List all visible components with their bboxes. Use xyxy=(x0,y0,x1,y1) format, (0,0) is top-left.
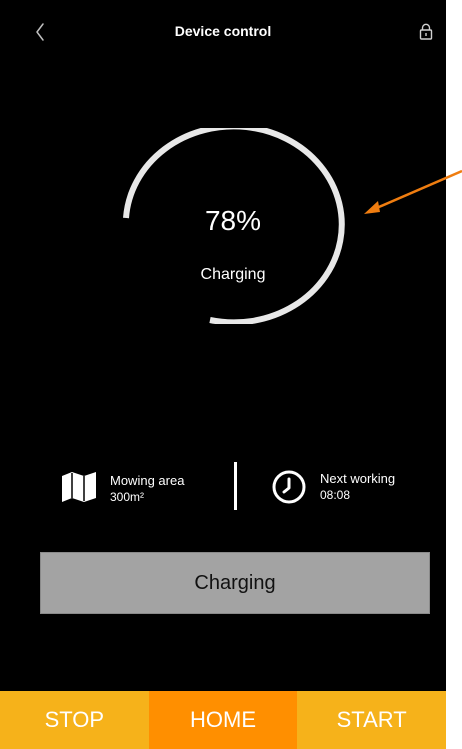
stop-button[interactable]: STOP xyxy=(0,691,149,749)
mowing-area-label: Mowing area xyxy=(110,473,185,488)
map-icon xyxy=(62,472,96,502)
home-button[interactable]: HOME xyxy=(148,691,298,749)
next-working-label: Next working xyxy=(320,471,396,486)
clock-icon xyxy=(272,470,306,504)
charging-button[interactable]: Charging xyxy=(40,552,430,614)
battery-percent: 78% xyxy=(204,205,262,236)
device-control-screen: Device control 78% Charging Mowing area … xyxy=(0,0,446,749)
bottom-action-bar: STOP HOME START xyxy=(0,691,446,749)
lock-button[interactable] xyxy=(416,22,436,42)
lock-icon xyxy=(419,23,433,40)
page-title: Device control xyxy=(174,23,272,39)
start-button[interactable]: START xyxy=(297,691,446,749)
annotation-arrow-icon xyxy=(364,169,462,214)
mowing-area-info: Mowing area 300m² xyxy=(60,470,220,510)
next-working-info: Next working 08:08 xyxy=(270,468,440,508)
header: Device control xyxy=(0,0,446,64)
mowing-area-value: 300m² xyxy=(110,490,145,504)
next-working-value: 08:08 xyxy=(320,488,351,502)
info-divider xyxy=(234,462,237,510)
battery-status: Charging xyxy=(200,266,266,283)
